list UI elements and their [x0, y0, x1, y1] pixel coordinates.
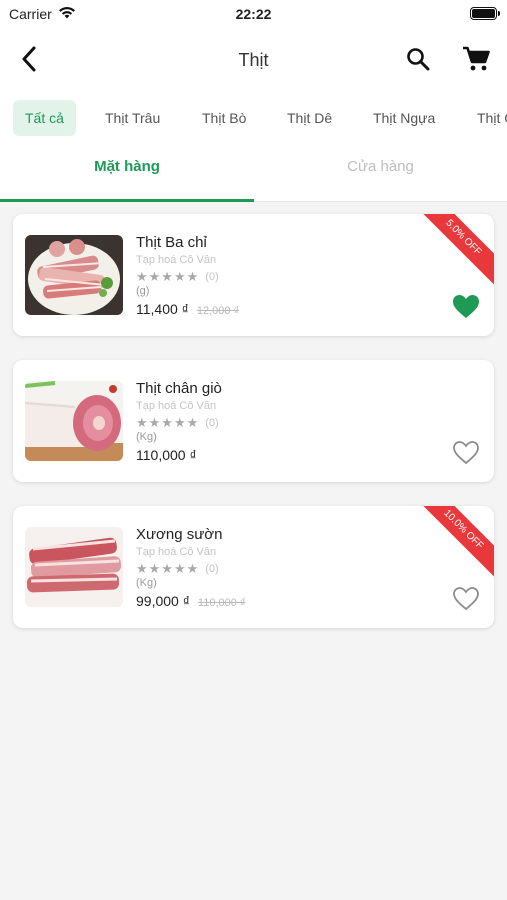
product-list: Thịt Ba chỉ Tạp hoá Cô Vân ★★★★★ (0) (g) …	[0, 202, 507, 628]
category-chip-all[interactable]: Tất cả	[13, 100, 76, 136]
star-icons: ★★★★★	[136, 415, 200, 430]
heart-icon	[453, 295, 479, 318]
price: 11,400 ₫	[136, 301, 189, 317]
favorite-button[interactable]	[452, 586, 480, 612]
category-chip-horse[interactable]: Thịt Ngựa	[373, 100, 435, 136]
rating: ★★★★★ (0)	[136, 269, 434, 285]
review-count: (0)	[205, 271, 219, 283]
old-price: 110,000 ₫	[197, 597, 246, 609]
search-icon	[407, 48, 430, 71]
product-card[interactable]: Thịt chân giò Tạp hoá Cô Vân ★★★★★ (0) (K…	[13, 360, 494, 482]
product-name: Xương sườn	[136, 526, 223, 543]
old-price: 12,000 ₫	[196, 305, 240, 317]
clock: 22:22	[235, 6, 272, 22]
price: 99,000 ₫	[136, 593, 190, 609]
favorite-button[interactable]	[452, 440, 480, 466]
category-chips: Tất cả Thịt Trâu Thịt Bò Thịt Dê Thịt Ng…	[0, 92, 507, 144]
cart-button[interactable]	[459, 44, 493, 74]
product-name: Thịt chân giò	[136, 380, 222, 397]
unit-label: (Kg)	[136, 431, 157, 443]
store-name: Tạp hoá Cô Vân	[136, 254, 217, 266]
rating: ★★★★★ (0)	[136, 415, 434, 431]
heart-outline-icon	[453, 441, 479, 465]
category-chip-goat[interactable]: Thịt Dê	[287, 100, 332, 136]
category-chip-chicken[interactable]: Thịt Gà	[477, 100, 507, 136]
product-name: Thịt Ba chỉ	[136, 234, 207, 251]
review-count: (0)	[205, 563, 219, 575]
unit-label: (Kg)	[136, 577, 157, 589]
heart-outline-icon	[453, 587, 479, 611]
status-bar: Carrier 22:22	[0, 0, 507, 28]
favorite-button[interactable]	[452, 294, 480, 320]
product-image	[25, 527, 123, 607]
store-name: Tạp hoá Cô Vân	[136, 400, 217, 412]
unit-label: (g)	[136, 285, 150, 297]
review-count: (0)	[205, 417, 219, 429]
product-image	[25, 381, 123, 461]
nav-bar: Thịt	[0, 28, 507, 92]
category-chip-buffalo[interactable]: Thịt Trâu	[105, 100, 160, 136]
star-icons: ★★★★★	[136, 269, 200, 284]
category-chip-beef[interactable]: Thịt Bò	[202, 100, 246, 136]
tab-products[interactable]: Mặt hàng	[0, 144, 254, 202]
rating: ★★★★★ (0)	[136, 561, 434, 577]
tab-stores[interactable]: Cửa hàng	[254, 144, 507, 202]
product-image	[25, 235, 123, 315]
cart-icon	[463, 46, 490, 71]
store-name: Tạp hoá Cô Vân	[136, 546, 217, 558]
product-card[interactable]: Thịt Ba chỉ Tạp hoá Cô Vân ★★★★★ (0) (g) …	[13, 214, 494, 336]
star-icons: ★★★★★	[136, 561, 200, 576]
price: 110,000 ₫	[136, 447, 197, 463]
product-card[interactable]: Xương sườn Tạp hoá Cô Vân ★★★★★ (0) (Kg) …	[13, 506, 494, 628]
battery-icon	[470, 7, 500, 20]
search-button[interactable]	[403, 44, 433, 74]
tab-bar: Mặt hàng Cửa hàng	[0, 144, 507, 202]
top-bar: Carrier 22:22 Thịt Tất cả Thịt Trâu Thịt…	[0, 0, 507, 202]
